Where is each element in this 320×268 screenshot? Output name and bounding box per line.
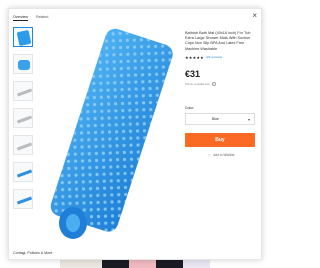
add-to-wishlist-link[interactable]: ♡ Add to Wishlist (185, 153, 257, 158)
thumbnail-1[interactable] (13, 27, 33, 47)
price-info: Phone versatile size i (185, 82, 257, 86)
thumbnail-6[interactable] (13, 162, 33, 182)
product-rating: ★★★★★ (29 reviews) (185, 55, 257, 60)
heart-icon: ♡ (207, 152, 212, 158)
reviews-link[interactable]: (29 reviews) (206, 55, 222, 59)
color-select[interactable]: Blue ▾ (185, 112, 255, 125)
product-price: €31 (185, 68, 201, 79)
color-select-value: Blue (212, 117, 219, 122)
price-info-text: Phone versatile size (185, 81, 211, 86)
thumbnail-2[interactable] (13, 54, 33, 74)
close-icon[interactable]: × (252, 12, 257, 20)
thumbnail-7[interactable] (13, 189, 33, 209)
footer-policies-link[interactable]: Contact, Policies & More (13, 251, 52, 255)
info-icon[interactable]: i (212, 82, 216, 86)
product-main-image (50, 28, 173, 239)
tab-related[interactable]: Related (36, 15, 48, 21)
thumbnail-4[interactable] (13, 108, 33, 128)
product-details: Bathtub Bath Mat (40x16 inch) For Tub Ex… (185, 31, 257, 158)
product-title: Bathtub Bath Mat (40x16 inch) For Tub Ex… (185, 31, 251, 51)
thumbnail-5[interactable] (13, 135, 33, 155)
buy-button[interactable]: Buy (185, 132, 255, 147)
thumbnail-list (13, 27, 33, 216)
chevron-down-icon: ▾ (247, 116, 250, 122)
tab-overview[interactable]: Overview (13, 15, 28, 21)
modal-tabs: Overview Related (13, 15, 48, 21)
star-rating-icon: ★★★★★ (185, 54, 204, 60)
color-label: Color: (185, 105, 195, 110)
product-quickview-modal: Overview Related × ⌄ Contact, Policies &… (8, 8, 262, 260)
thumbnail-3[interactable] (13, 81, 33, 101)
wishlist-label: Add to Wishlist (213, 153, 235, 158)
